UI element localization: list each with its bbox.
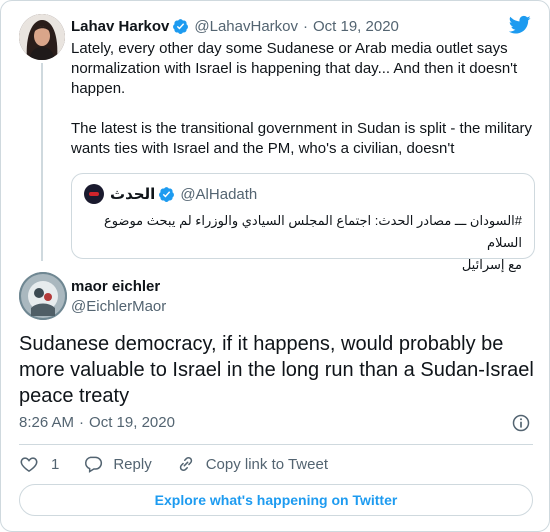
text-line: normalization with Israel is happening t…: [71, 60, 518, 77]
quoted-author-handle: @AlHadath: [180, 185, 258, 203]
like-count: 1: [51, 455, 60, 473]
explore-twitter-button[interactable]: Explore what's happening on Twitter: [19, 484, 533, 516]
tweet-timestamp[interactable]: 8:26 AM · Oct 19, 2020: [19, 414, 175, 431]
author-photo: [19, 14, 65, 60]
quoted-tweet[interactable]: الحدث @AlHadath #السودان ـــ مصادر الحدث…: [71, 173, 535, 272]
avatar[interactable]: [19, 272, 67, 320]
author-photo: [19, 272, 67, 320]
text-line: more valuable to Israel in the long run …: [19, 359, 534, 381]
like-button[interactable]: 1: [19, 454, 59, 474]
embedded-tweet-card: Lahav Harkov @LahavHarkov · Oct 19, 2020…: [0, 0, 550, 532]
parent-tweet-header: Lahav Harkov @LahavHarkov · Oct 19, 2020: [71, 16, 399, 36]
tweet-actions: 1 Reply Copy link to Tweet: [19, 453, 352, 475]
twitter-bird-icon[interactable]: [509, 15, 531, 35]
quoted-author-name: الحدث: [110, 186, 156, 203]
thread-connector-line: [41, 63, 43, 261]
quoted-tweet-text: #السودان ـــ مصادر الحدث: اجتماع المجلس …: [82, 210, 522, 276]
tweet-date[interactable]: Oct 19, 2020: [313, 18, 399, 35]
divider: [19, 444, 533, 445]
heart-icon: [20, 457, 38, 472]
main-tweet-header: maor eichler @EichlerMaor: [71, 277, 166, 317]
author-name[interactable]: Lahav Harkov: [71, 18, 169, 35]
author-handle[interactable]: @LahavHarkov: [194, 18, 298, 35]
copy-link-button[interactable]: Copy link to Tweet: [176, 454, 328, 474]
tweet-date[interactable]: Oct 19, 2020: [89, 414, 175, 431]
reply-icon: [85, 456, 103, 473]
link-icon: [179, 456, 192, 472]
text-line: Lately, every other day some Sudanese or…: [71, 40, 508, 57]
text-line: The latest is the transitional governmen…: [71, 120, 533, 137]
reply-button[interactable]: Reply: [83, 454, 152, 474]
quoted-author-avatar: [84, 184, 104, 204]
text-line: #السودان ـــ مصادر الحدث: اجتماع المجلس …: [103, 213, 522, 250]
avatar[interactable]: [19, 14, 65, 60]
text-line: happen.: [71, 80, 126, 97]
separator-dot: ·: [303, 17, 308, 35]
separator-dot: ·: [79, 414, 85, 431]
verified-badge-icon: [173, 18, 189, 34]
text-line: Sudanese democracy, if it happens, would…: [19, 333, 504, 355]
author-handle[interactable]: @EichlerMaor: [71, 297, 166, 317]
tweet-time[interactable]: 8:26 AM: [19, 414, 74, 431]
author-name[interactable]: maor eichler: [71, 277, 166, 297]
copy-link-label: Copy link to Tweet: [205, 455, 328, 473]
parent-tweet-text: Lately, every other day some Sudanese or…: [71, 39, 533, 159]
main-tweet-text: Sudanese democracy, if it happens, would…: [19, 331, 539, 409]
text-line: wants ties with Israel and the PM, who's…: [71, 140, 455, 157]
text-line: peace treaty: [19, 385, 130, 407]
info-icon[interactable]: [511, 413, 531, 433]
text-line: مع إسرائيل: [461, 257, 522, 272]
reply-label: Reply: [113, 455, 152, 473]
quoted-tweet-header: الحدث @AlHadath: [84, 184, 257, 204]
verified-badge-icon: [159, 186, 175, 202]
